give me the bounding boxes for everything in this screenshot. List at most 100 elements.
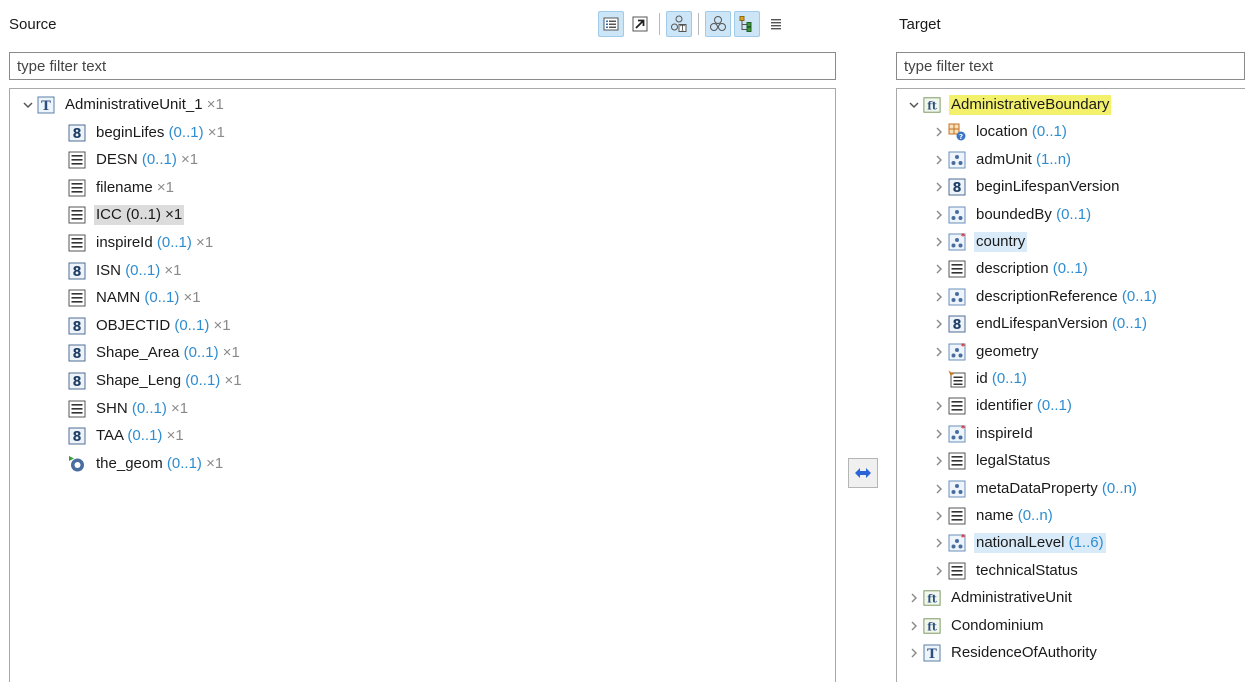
chevron-right-icon[interactable] xyxy=(930,476,948,502)
node-name: ICC (0..1) ×1 xyxy=(96,206,183,224)
tree-node[interactable]: * country xyxy=(930,229,1028,255)
cardinality: (0..1) xyxy=(183,344,219,362)
geometry-ring-icon xyxy=(68,455,86,473)
show-types-button[interactable]: T xyxy=(666,11,692,37)
chevron-right-icon[interactable] xyxy=(930,256,948,282)
chevron-right-icon[interactable] xyxy=(930,448,948,474)
tree-node[interactable]: 8 Shape_Area (0..1) ×1 xyxy=(68,340,242,366)
tree-node[interactable]: ft Condominium xyxy=(905,613,1046,639)
tree-node[interactable]: 8 TAA (0..1) ×1 xyxy=(68,423,186,449)
tree-node[interactable]: descriptionReference (0..1) xyxy=(930,284,1159,310)
chevron-right-icon[interactable] xyxy=(905,640,923,666)
feature-type-icon: ft xyxy=(923,589,941,607)
node-label: location (0..1) xyxy=(974,122,1069,142)
chevron-right-icon[interactable] xyxy=(930,558,948,584)
tree-node[interactable]: admUnit (1..n) xyxy=(930,147,1073,173)
tree-node[interactable]: the_geom (0..1) ×1 xyxy=(68,451,225,477)
chevron-right-icon[interactable] xyxy=(905,613,923,639)
tree-node[interactable]: T ResidenceOfAuthority xyxy=(905,640,1099,666)
tree-node[interactable]: name (0..n) xyxy=(930,503,1055,529)
tree-node[interactable]: 8 OBJECTID (0..1) ×1 xyxy=(68,313,233,339)
tree-node-root[interactable]: T AdministrativeUnit_1 ×1 xyxy=(19,92,226,118)
chevron-right-icon[interactable] xyxy=(930,421,948,447)
chevron-right-icon[interactable] xyxy=(930,339,948,365)
node-name: SHN xyxy=(96,399,132,417)
node-name: nationalLevel xyxy=(976,534,1069,552)
node-label: Shape_Leng (0..1) ×1 xyxy=(94,371,244,391)
node-label: ISN (0..1) ×1 xyxy=(94,261,183,281)
chevron-down-icon[interactable] xyxy=(905,92,923,118)
flat-list-button[interactable] xyxy=(763,11,789,37)
tree-node[interactable]: ft AdministrativeUnit xyxy=(905,585,1074,611)
tree-node[interactable]: technicalStatus xyxy=(930,558,1080,584)
chevron-right-icon[interactable] xyxy=(930,530,948,556)
chevron-right-icon[interactable] xyxy=(930,119,948,145)
cardinality: (0..n) xyxy=(1101,479,1137,497)
show-groups-button[interactable] xyxy=(705,11,731,37)
node-label: geometry xyxy=(974,342,1041,362)
type-t-icon: T xyxy=(37,96,55,114)
swap-source-target-button[interactable] xyxy=(848,458,878,488)
show-details-button[interactable] xyxy=(598,11,624,37)
node-name: boundedBy xyxy=(976,205,1057,223)
node-label: id (0..1) xyxy=(974,369,1029,389)
goto-link-button[interactable] xyxy=(627,11,653,37)
source-filter-input[interactable] xyxy=(9,52,836,80)
source-tree[interactable]: T AdministrativeUnit_1 ×1 8 beginLifes (0… xyxy=(9,88,836,682)
tree-node[interactable]: 8 ISN (0..1) ×1 xyxy=(68,258,183,284)
tree-node[interactable]: description (0..1) xyxy=(930,256,1090,282)
tree-node[interactable]: boundedBy (0..1) xyxy=(930,202,1093,228)
cardinality: (0..n) xyxy=(1017,507,1053,524)
node-name: inspireId xyxy=(976,424,1033,442)
target-filter-input[interactable] xyxy=(896,52,1245,80)
number-8-icon: 8 xyxy=(68,372,86,390)
tree-node[interactable]: ICC (0..1) ×1 xyxy=(68,202,185,228)
tree-node[interactable]: identifier (0..1) xyxy=(930,393,1074,419)
tree-node[interactable]: 8 endLifespanVersion (0..1) xyxy=(930,311,1149,337)
node-label: name (0..n) xyxy=(974,506,1055,526)
tree-node[interactable]: id (0..1) xyxy=(930,366,1029,392)
node-label: nationalLevel (1..6) xyxy=(974,533,1106,554)
chevron-right-icon[interactable] xyxy=(930,229,948,255)
group-circles-icon xyxy=(710,16,726,31)
string-lines-icon xyxy=(948,507,966,525)
tree-node[interactable]: * geometry xyxy=(930,339,1041,365)
tree-node[interactable]: metaDataProperty (0..n) xyxy=(930,476,1139,502)
tree-node[interactable]: inspireId (0..1) ×1 xyxy=(68,230,215,256)
chevron-down-icon[interactable] xyxy=(19,92,37,118)
target-tree[interactable]: ft AdministrativeBoundary ? location (0..… xyxy=(896,88,1245,682)
number-8-icon: 8 xyxy=(68,344,86,362)
tree-node[interactable]: NAMN (0..1) ×1 xyxy=(68,285,203,311)
node-label: beginLifespanVersion xyxy=(974,177,1121,197)
feature-type-icon: ft xyxy=(923,617,941,635)
chevron-right-icon[interactable] xyxy=(930,147,948,173)
node-label: metaDataProperty (0..n) xyxy=(974,479,1139,499)
complex-type-required-icon: * xyxy=(948,534,966,552)
chevron-right-icon[interactable] xyxy=(930,393,948,419)
tree-view-button[interactable] xyxy=(734,11,760,37)
tree-node[interactable]: * nationalLevel (1..6) xyxy=(930,530,1106,556)
tree-node[interactable]: DESN (0..1) ×1 xyxy=(68,147,200,173)
tree-node-root[interactable]: ft AdministrativeBoundary xyxy=(905,92,1112,118)
chevron-right-icon[interactable] xyxy=(930,174,948,200)
tree-node[interactable]: * inspireId xyxy=(930,421,1035,447)
multiplicity: ×1 xyxy=(160,261,182,279)
node-name: inspireId xyxy=(96,234,157,251)
chevron-right-icon[interactable] xyxy=(930,503,948,529)
tree-node[interactable]: legalStatus xyxy=(930,448,1052,474)
cardinality: (0..1) xyxy=(1121,287,1157,305)
chevron-right-icon[interactable] xyxy=(905,585,923,611)
tree-node[interactable]: SHN (0..1) ×1 xyxy=(68,396,190,422)
tree-node[interactable]: 8 Shape_Leng (0..1) ×1 xyxy=(68,368,244,394)
tree-node[interactable]: ? location (0..1) xyxy=(930,119,1069,145)
tree-node[interactable]: 8 beginLifespanVersion xyxy=(930,174,1121,200)
chevron-right-icon[interactable] xyxy=(930,202,948,228)
node-label: country xyxy=(974,232,1028,252)
node-label: NAMN (0..1) ×1 xyxy=(94,288,203,308)
complex-type-required-icon: * xyxy=(948,233,966,251)
tree-node[interactable]: 8 beginLifes (0..1) ×1 xyxy=(68,120,227,146)
chevron-right-icon[interactable] xyxy=(930,284,948,310)
tree-node[interactable]: filename ×1 xyxy=(68,175,176,201)
chevron-right-icon[interactable] xyxy=(930,311,948,337)
